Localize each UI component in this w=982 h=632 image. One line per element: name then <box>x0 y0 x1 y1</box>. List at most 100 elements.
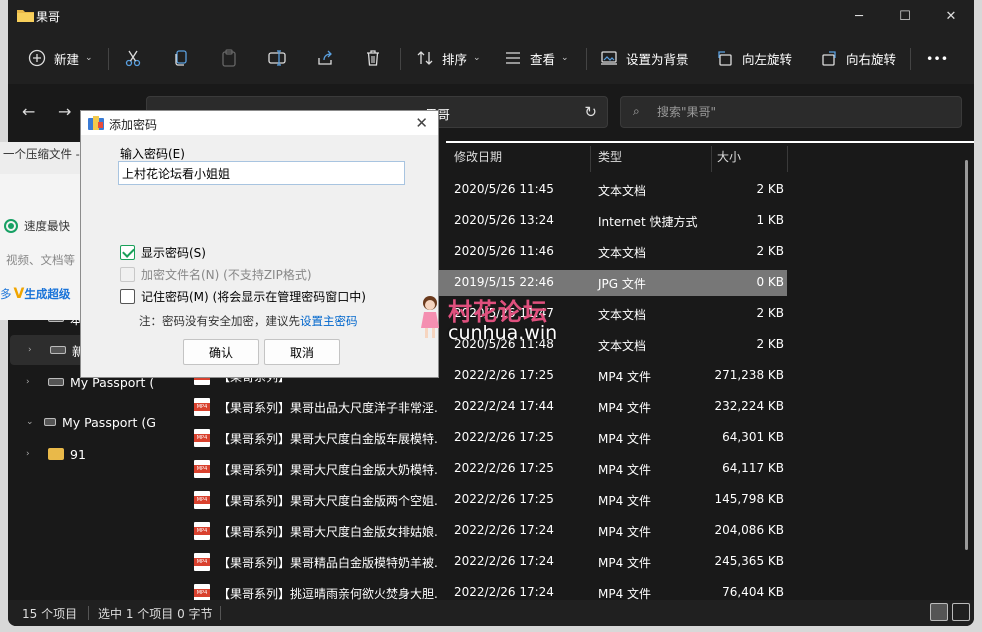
rotate-left-icon <box>718 51 732 66</box>
password-field[interactable] <box>118 161 405 185</box>
nav-item[interactable]: ⌄ My Passport (G <box>8 407 156 437</box>
generate-link[interactable]: 多 V生成超级 <box>0 286 70 302</box>
v-logo-icon: V <box>13 286 25 302</box>
scissors-icon <box>125 50 141 67</box>
close-button[interactable]: ✕ <box>928 0 974 32</box>
file-size: 232,224 KB <box>714 399 784 413</box>
rotate-right-button[interactable]: 向右旋转 <box>820 45 896 71</box>
view-label: 查看 <box>530 51 556 67</box>
selection-info: 选中 1 个项目 0 字节 <box>98 607 213 621</box>
chevron-right-icon[interactable]: › <box>26 449 38 459</box>
file-size: 271,238 KB <box>714 368 784 382</box>
file-row[interactable]: 【果哥系列】果哥大尺度白金版女排姑娘... 2022/2/26 17:24 MP4 … <box>156 515 856 546</box>
status-bar: 15 个项目 选中 1 个项目 0 字节 <box>8 600 974 626</box>
more-options-button[interactable]: ••• <box>926 45 948 71</box>
details-view-icon[interactable] <box>930 603 948 621</box>
set-background-button[interactable]: 设置为背景 <box>600 45 689 71</box>
separator <box>108 48 109 70</box>
file-name: 【果哥系列】果哥大尺度白金版女排姑娘... <box>218 525 438 539</box>
file-name: 【果哥系列】果哥精品白金版模特奶羊被... <box>218 556 438 570</box>
file-size: 145,798 KB <box>714 492 784 506</box>
file-size: 76,404 KB <box>722 585 784 599</box>
share-button[interactable] <box>316 45 334 71</box>
paste-button[interactable] <box>220 45 238 71</box>
rename-icon <box>268 50 286 66</box>
separator <box>88 606 89 620</box>
file-date: 2022/2/26 17:25 <box>454 492 554 506</box>
minimize-button[interactable]: ─ <box>836 0 882 32</box>
list-view-icon <box>506 52 520 64</box>
mp4-file-icon <box>194 460 210 478</box>
file-row[interactable]: 【果哥系列】果哥出品大尺度洋子非常淫... 2022/2/24 17:44 MP4 … <box>156 391 856 422</box>
dialog-close-button[interactable]: ✕ <box>415 114 428 132</box>
back-arrow-icon[interactable]: ← <box>22 102 35 121</box>
ok-button[interactable]: 确认 <box>183 339 259 365</box>
file-date: 2022/2/26 17:24 <box>454 585 554 599</box>
nav-item[interactable]: › 91 <box>8 439 156 469</box>
item-count: 15 个项目 <box>22 607 78 621</box>
new-button[interactable]: 新建 ⌄ <box>28 45 93 71</box>
file-size: 64,117 KB <box>722 461 784 475</box>
nav-item-label: 91 <box>70 446 86 462</box>
maximize-button[interactable]: ☐ <box>882 0 928 32</box>
forward-arrow-icon[interactable]: → <box>58 102 71 121</box>
file-date: 2022/2/24 17:44 <box>454 399 554 413</box>
separator <box>711 146 712 172</box>
title-bar: 果哥 ─ ☐ ✕ <box>8 0 974 32</box>
mp4-file-icon <box>194 398 210 416</box>
new-label: 新建 <box>54 51 80 67</box>
vertical-scrollbar[interactable] <box>965 160 968 550</box>
checkbox-checked-icon[interactable] <box>120 245 135 260</box>
file-size: 64,301 KB <box>722 430 784 444</box>
file-row[interactable]: 【果哥系列】果哥精品白金版模特奶羊被... 2022/2/26 17:24 MP4 … <box>156 546 856 577</box>
cut-button[interactable] <box>124 45 142 71</box>
copy-icon <box>175 50 187 66</box>
show-password-checkbox[interactable]: 显示密码(S) <box>120 244 206 261</box>
copy-button[interactable] <box>172 45 190 71</box>
generate-label: 生成超级 <box>24 287 71 301</box>
encrypt-names-checkbox: 加密文件名(N) (不支持ZIP格式) <box>120 266 312 283</box>
file-size: 204,086 KB <box>714 523 784 537</box>
file-type: MP4 文件 <box>598 401 652 415</box>
chevron-down-icon: ⌄ <box>473 53 481 63</box>
chevron-right-icon[interactable]: › <box>28 345 40 355</box>
column-header-type[interactable]: 类型 <box>598 148 622 172</box>
checkbox-unchecked-icon[interactable] <box>120 289 135 304</box>
chevron-right-icon[interactable]: › <box>26 377 38 387</box>
cancel-button[interactable]: 取消 <box>264 339 340 365</box>
column-header-size[interactable]: 大小 <box>717 148 741 172</box>
column-header-date[interactable]: 修改日期 <box>454 148 502 172</box>
search-box[interactable]: ⌕ <box>620 96 962 128</box>
file-type: 文本文档 <box>598 308 647 322</box>
file-size: 2 KB <box>756 244 784 258</box>
file-type: MP4 文件 <box>598 432 652 446</box>
chevron-down-icon[interactable]: ⌄ <box>26 417 34 427</box>
set-master-password-link[interactable]: 设置主密码 <box>300 314 358 328</box>
password-input[interactable] <box>122 165 400 181</box>
tiles-view-icon[interactable] <box>952 603 970 621</box>
rename-button[interactable] <box>268 45 286 71</box>
remember-password-checkbox[interactable]: 记住密码(M) (将会显示在管理密码窗口中) <box>120 288 366 305</box>
file-type: Internet 快捷方式 <box>598 215 698 229</box>
trash-icon <box>367 50 379 66</box>
file-date: 2022/2/26 17:25 <box>454 368 554 382</box>
clipboard-icon <box>222 49 236 67</box>
girl-mascot-icon <box>421 296 439 338</box>
file-name: 【果哥系列】果哥出品大尺度洋子非常淫... <box>218 401 438 415</box>
sort-button[interactable]: 排序 ⌄ <box>416 45 481 71</box>
security-note: 注：密码没有安全加密，建议先设置主密码 <box>139 313 358 329</box>
file-row[interactable]: 【果哥系列】果哥大尺度白金版两个空姐... 2022/2/26 17:25 MP4 … <box>156 484 856 515</box>
mp4-file-icon <box>194 553 210 571</box>
note-text: 注：密码没有安全加密，建议先 <box>139 314 300 328</box>
file-row[interactable]: 【果哥系列】果哥大尺度白金版车展模特... 2022/2/26 17:25 MP4 … <box>156 422 856 453</box>
speed-option[interactable]: 速度最快 <box>4 218 70 234</box>
file-size: 2 KB <box>756 306 784 320</box>
radio-selected-icon[interactable] <box>4 219 18 233</box>
search-input[interactable] <box>657 103 937 121</box>
delete-button[interactable] <box>364 45 382 71</box>
refresh-icon[interactable]: ↻ <box>584 103 597 121</box>
file-row[interactable]: 【果哥系列】果哥大尺度白金版大奶模特... 2022/2/26 17:25 MP4 … <box>156 453 856 484</box>
view-button[interactable]: 查看 ⌄ <box>504 45 569 71</box>
rotate-left-button[interactable]: 向左旋转 <box>716 45 792 71</box>
archive-icon <box>88 116 104 130</box>
